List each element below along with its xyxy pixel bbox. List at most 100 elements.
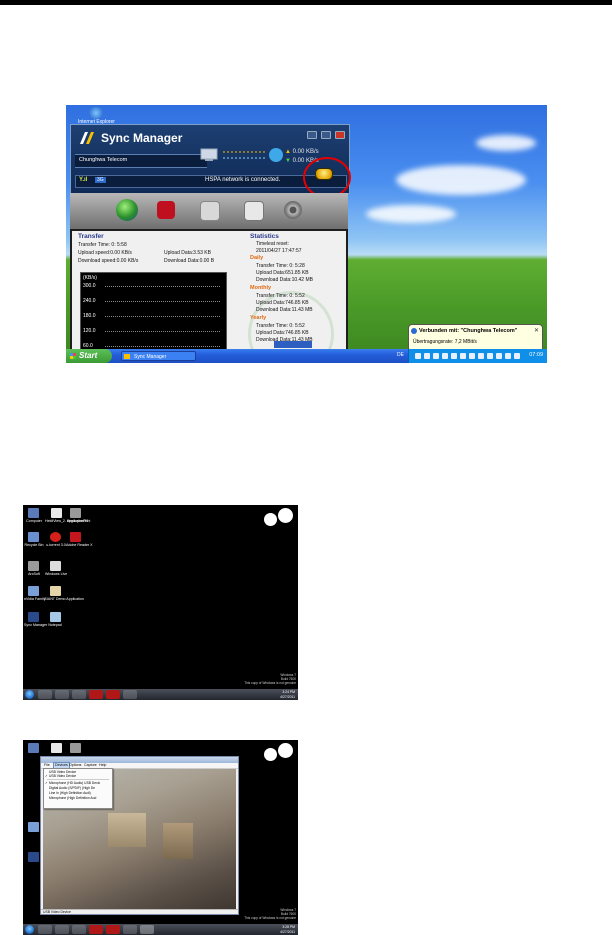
dropdown-item[interactable]: Line In (High Definition Audi)	[49, 791, 91, 795]
language-indicator[interactable]: DE	[397, 352, 404, 358]
taskbar-media-icon[interactable]	[72, 925, 86, 934]
phonebook-icon[interactable]	[157, 201, 175, 219]
tray-icon[interactable]	[469, 353, 475, 359]
monthly-heading: Monthly	[250, 285, 272, 291]
printer-icon[interactable]	[70, 743, 81, 753]
sync-manager-task-icon	[124, 354, 130, 359]
application-icon[interactable]	[51, 743, 62, 753]
reset-button[interactable]	[274, 341, 312, 348]
folder-icon[interactable]	[50, 586, 61, 596]
monthly-download: Download Data:11.43 MB	[256, 307, 313, 313]
taskbar-adobe-icon[interactable]	[89, 925, 103, 934]
connection-globe-icon[interactable]	[116, 199, 138, 221]
taskbar-ie-icon[interactable]	[38, 690, 52, 699]
tray-icon[interactable]	[442, 353, 448, 359]
tray-icon[interactable]	[415, 353, 421, 359]
tray-icon[interactable]	[514, 353, 520, 359]
cloud	[396, 165, 526, 195]
graph-gridline	[105, 286, 220, 287]
sync-manager-icon[interactable]	[28, 612, 39, 622]
connection-status: HSPA network is connected.	[205, 177, 281, 183]
adobe-reader-icon[interactable]	[70, 532, 81, 542]
notification-balloon[interactable]: Verbunden mit: "Chunghwa Telecom" ✕ Über…	[408, 324, 543, 352]
sync-manager-toolbar	[70, 193, 348, 229]
taskbar-adobe-icon[interactable]	[89, 690, 103, 699]
daily-time: Transfer Time: 0: 5:28	[256, 263, 305, 269]
clock[interactable]: 07:09	[529, 352, 543, 358]
taskbar: 3:28 PM 4/27/2011	[23, 924, 298, 935]
close-button[interactable]	[335, 131, 345, 139]
taskbar-app-icon[interactable]	[123, 925, 137, 934]
sim-card-icon[interactable]	[244, 201, 264, 221]
upload-rate-value: 0.00 KB/s	[292, 149, 319, 155]
clock[interactable]: 3:28 PM 4/27/2011	[280, 925, 295, 934]
taskbar-ie-icon[interactable]	[38, 925, 52, 934]
preview-object	[163, 823, 193, 859]
balloon-message: Übertragungsrate: 7,2 MBit/s	[413, 339, 477, 345]
dropdown-item[interactable]: Microphone (HD Audio) USB Devic	[49, 781, 100, 785]
dropdown-item[interactable]: Microphone (High Definition Aud	[49, 796, 96, 800]
clock[interactable]: 3:24 PM 4/27/2011	[280, 690, 295, 699]
tray-icon[interactable]	[451, 353, 457, 359]
taskbar-explorer-icon[interactable]	[55, 690, 69, 699]
last-reset-value: 2011/04/27 17:47:57	[256, 248, 302, 254]
gadget-widget[interactable]	[264, 743, 294, 761]
transfer-heading: Transfer	[78, 233, 104, 240]
nvidia-icon[interactable]	[28, 822, 39, 832]
utorrent-icon[interactable]	[50, 532, 61, 542]
settings-gear-icon[interactable]	[284, 201, 302, 219]
taskbar-explorer-icon[interactable]	[55, 925, 69, 934]
desktop-icon-label: Windows Live	[45, 572, 68, 576]
printer-icon[interactable]	[70, 508, 81, 518]
windows-live-icon[interactable]	[50, 561, 61, 571]
taskbar-app-icon[interactable]	[106, 690, 120, 699]
tray-icon[interactable]	[433, 353, 439, 359]
tray-icon[interactable]	[478, 353, 484, 359]
taskbar-camera-icon[interactable]	[140, 925, 154, 934]
tray-icon[interactable]	[487, 353, 493, 359]
arcsoft-icon[interactable]	[28, 561, 39, 571]
computer-icon[interactable]	[28, 508, 39, 518]
sms-icon[interactable]	[200, 201, 220, 221]
gadget-widget[interactable]	[264, 508, 294, 526]
notepad-icon[interactable]	[50, 612, 61, 622]
taskbar-media-icon[interactable]	[72, 690, 86, 699]
taskbar-app-icon[interactable]	[123, 690, 137, 699]
taskbar-app-icon[interactable]	[106, 925, 120, 934]
win7-camera-screenshot: File Devices Options Capture Help USB Vi…	[23, 740, 298, 935]
application-icon[interactable]	[51, 508, 62, 518]
sync-manager-icon[interactable]	[28, 852, 39, 862]
help-button[interactable]	[307, 131, 317, 139]
transfer-time: Transfer Time: 0: 5:58	[78, 242, 127, 248]
start-button[interactable]: Start	[66, 349, 112, 363]
app-title: Sync Manager	[101, 131, 183, 145]
recycle-bin-icon[interactable]	[28, 532, 39, 542]
clock-time: 3:28 PM	[282, 925, 295, 929]
internet-explorer-icon[interactable]	[89, 107, 103, 119]
desktop-icon-label: Adobe Reader X	[66, 543, 93, 547]
dropdown-item[interactable]: USB Video Device	[49, 774, 76, 778]
desktop-icon-label: Notepad	[48, 623, 62, 627]
dropdown-item[interactable]: Digital Audio (S/PDIF) (High De	[49, 786, 95, 790]
tray-icon[interactable]	[460, 353, 466, 359]
tray-icon[interactable]	[505, 353, 511, 359]
computer-icon[interactable]	[28, 743, 39, 753]
graph-gridline	[105, 316, 220, 317]
desktop-icon-label: HeidiView_2. application30	[45, 519, 89, 523]
taskbar-sync-manager[interactable]: Sync Manager	[121, 351, 196, 361]
upload-speed: Upload speed:0.00 KB/s	[78, 250, 132, 256]
start-orb-icon[interactable]	[25, 690, 34, 699]
gadget-circle	[264, 513, 277, 526]
start-orb-icon[interactable]	[25, 925, 34, 934]
minimize-button[interactable]	[321, 131, 331, 139]
tray-icon[interactable]	[424, 353, 430, 359]
graph-gridline	[105, 331, 220, 332]
balloon-title: Verbunden mit: "Chunghwa Telecom"	[419, 328, 518, 334]
download-speed: Download speed:0.00 KB/s	[78, 258, 139, 264]
cloud	[366, 205, 456, 223]
nvidia-icon[interactable]	[28, 586, 39, 596]
desktop-icon-label: nVidia Family	[24, 597, 46, 601]
tray-icon[interactable]	[496, 353, 502, 359]
start-label: Start	[79, 351, 98, 360]
balloon-close-icon[interactable]: ✕	[534, 327, 539, 334]
